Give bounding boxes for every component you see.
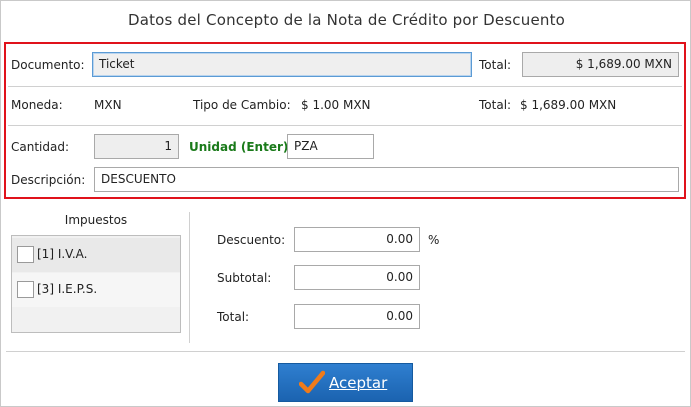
unidad-field[interactable]: PZA bbox=[287, 134, 374, 159]
descuento-field[interactable]: 0.00 bbox=[294, 227, 420, 252]
ieps-label: [3] I.E.P.S. bbox=[37, 282, 98, 296]
iva-label: [1] I.V.A. bbox=[37, 247, 88, 261]
vertical-divider bbox=[189, 212, 190, 343]
dialog-window: Datos del Concepto de la Nota de Crédito… bbox=[0, 0, 691, 407]
subtotal-label: Subtotal: bbox=[217, 271, 272, 285]
total-top-label: Total: bbox=[479, 58, 512, 72]
moneda-value: MXN bbox=[94, 98, 122, 112]
iva-checkbox[interactable] bbox=[17, 246, 34, 263]
total-bottom-field: 0.00 bbox=[294, 304, 420, 329]
impuesto-row-ieps[interactable]: [3] I.E.P.S. bbox=[12, 273, 180, 307]
divider bbox=[6, 351, 685, 352]
cantidad-label: Cantidad: bbox=[11, 140, 70, 154]
checkmark-icon bbox=[299, 370, 325, 394]
divider bbox=[8, 125, 682, 126]
tipo-cambio-value: $ 1.00 MXN bbox=[301, 98, 371, 112]
tipo-cambio-label: Tipo de Cambio: bbox=[193, 98, 291, 112]
descripcion-field[interactable]: DESCUENTO bbox=[94, 167, 679, 192]
total-info-value: $ 1,689.00 MXN bbox=[520, 98, 617, 112]
impuesto-row-iva[interactable]: [1] I.V.A. bbox=[12, 238, 180, 272]
aceptar-label: Aceptar bbox=[329, 374, 388, 392]
impuestos-title: Impuestos bbox=[64, 213, 128, 227]
descuento-label: Descuento: bbox=[217, 233, 286, 247]
cantidad-field[interactable]: 1 bbox=[94, 134, 179, 159]
impuestos-list: [1] I.V.A. [3] I.E.P.S. bbox=[11, 235, 181, 333]
total-bottom-label: Total: bbox=[217, 310, 250, 324]
percent-label: % bbox=[428, 233, 440, 247]
ieps-checkbox[interactable] bbox=[17, 281, 34, 298]
dialog-title: Datos del Concepto de la Nota de Crédito… bbox=[127, 11, 566, 29]
unidad-label: Unidad (Enter): bbox=[189, 140, 294, 154]
moneda-label: Moneda: bbox=[11, 98, 63, 112]
aceptar-button[interactable]: Aceptar bbox=[278, 363, 413, 402]
total-info-label: Total: bbox=[479, 98, 512, 112]
documento-field[interactable]: Ticket bbox=[92, 52, 472, 77]
documento-label: Documento: bbox=[11, 58, 85, 72]
divider bbox=[8, 86, 682, 87]
descripcion-label: Descripción: bbox=[11, 173, 86, 187]
total-top-field: $ 1,689.00 MXN bbox=[522, 52, 679, 77]
subtotal-field: 0.00 bbox=[294, 265, 420, 290]
